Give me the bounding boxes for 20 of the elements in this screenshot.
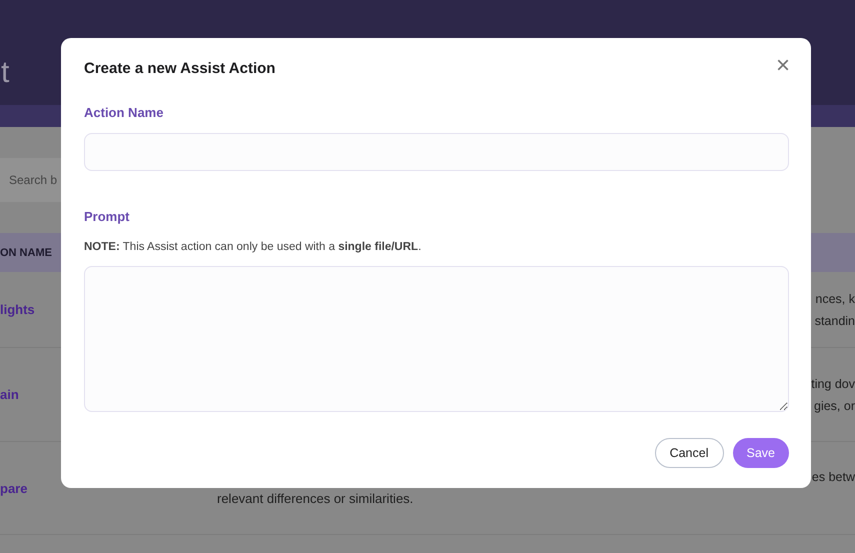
action-name-input[interactable] (84, 133, 789, 171)
description-text: es betw (812, 469, 855, 486)
action-name[interactable]: ain (0, 387, 19, 402)
description-text: relevant differences or similarities. (217, 490, 414, 508)
field-label: Prompt (84, 209, 130, 224)
note-text: NOTE: This Assist action can only be used with a single file/URL. (84, 241, 422, 253)
column-header: ON NAME (0, 246, 52, 258)
close-button[interactable]: × (776, 56, 790, 76)
description-text: standin (814, 312, 855, 330)
prompt-textarea[interactable] (84, 266, 789, 412)
description-text: gies, or (814, 398, 855, 414)
page-title: t (1, 56, 10, 90)
cancel-button[interactable]: Cancel (654, 438, 724, 468)
field-label: Action Name (84, 105, 164, 120)
action-name[interactable]: pare (0, 480, 28, 496)
dialog-title: Create a new Assist Action (84, 60, 276, 76)
description-text: ting dov (811, 376, 855, 392)
description-text: nces, k (815, 290, 855, 308)
action-name[interactable]: lights (0, 302, 35, 317)
save-button[interactable]: Save (732, 438, 789, 468)
